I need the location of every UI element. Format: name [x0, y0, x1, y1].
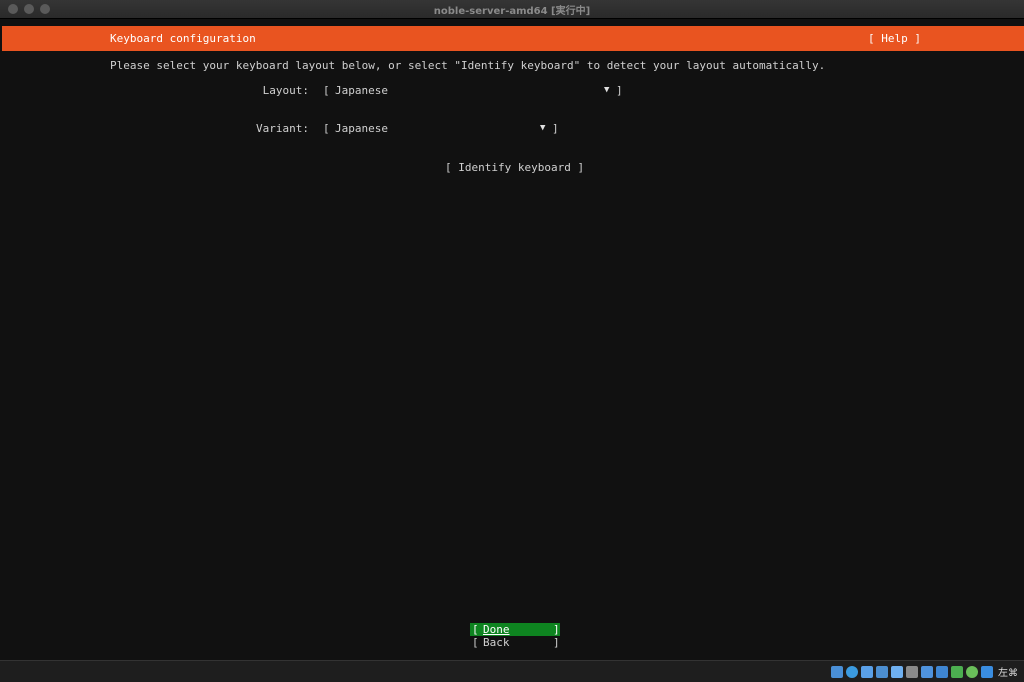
back-open-bracket: [ — [472, 636, 479, 649]
done-close-bracket: ] — [553, 623, 560, 636]
window-titlebar: noble-server-amd64 [実行中] — [0, 0, 1024, 19]
back-close-bracket: ] — [553, 636, 560, 649]
done-button[interactable]: [ Done ] — [470, 623, 560, 636]
identify-keyboard-button[interactable]: [ Identify keyboard ] — [445, 161, 584, 174]
back-button[interactable]: [ Back ] — [470, 636, 560, 649]
variant-value: Japanese — [335, 122, 388, 135]
usb-icon[interactable] — [891, 665, 903, 678]
variant-label: Variant: — [256, 122, 309, 135]
variant-open-bracket: [ — [323, 122, 330, 135]
vm-screen[interactable]: Keyboard configuration [ Help ] Please s… — [2, 19, 1024, 659]
layout-close-bracket: ] — [616, 84, 623, 97]
recording-icon[interactable] — [936, 665, 948, 678]
vm-status-bar: 左⌘ — [0, 660, 1024, 682]
display-icon[interactable] — [921, 665, 933, 678]
host-key-indicator: 左⌘ — [998, 668, 1018, 679]
back-label: Back — [483, 636, 510, 649]
audio-icon[interactable] — [861, 665, 873, 678]
window-title: noble-server-amd64 [実行中] — [433, 6, 591, 17]
done-open-bracket: [ — [472, 623, 479, 636]
header-bar: Keyboard configuration [ Help ] — [2, 26, 1024, 51]
intro-text: Please select your keyboard layout below… — [110, 59, 826, 72]
optical-drive-icon[interactable] — [846, 665, 858, 678]
done-label: Done — [483, 623, 510, 636]
hard-disk-icon[interactable] — [831, 665, 843, 678]
variant-close-bracket: ] — [552, 122, 559, 135]
cpu-icon[interactable] — [951, 665, 963, 678]
shared-folder-icon[interactable] — [906, 665, 918, 678]
layout-value: Japanese — [335, 84, 388, 97]
guest-additions-icon[interactable] — [966, 665, 978, 678]
layout-open-bracket: [ — [323, 84, 330, 97]
network-icon[interactable] — [876, 665, 888, 678]
variant-dropdown-arrow-icon: ▼ — [540, 123, 546, 133]
layout-label: Layout: — [262, 84, 309, 97]
page-title: Keyboard configuration — [110, 32, 256, 45]
help-button[interactable]: [ Help ] — [868, 32, 921, 45]
status-icons: 左⌘ — [831, 664, 1018, 679]
layout-dropdown-arrow-icon: ▼ — [604, 85, 610, 95]
mouse-integration-icon[interactable] — [981, 665, 993, 678]
